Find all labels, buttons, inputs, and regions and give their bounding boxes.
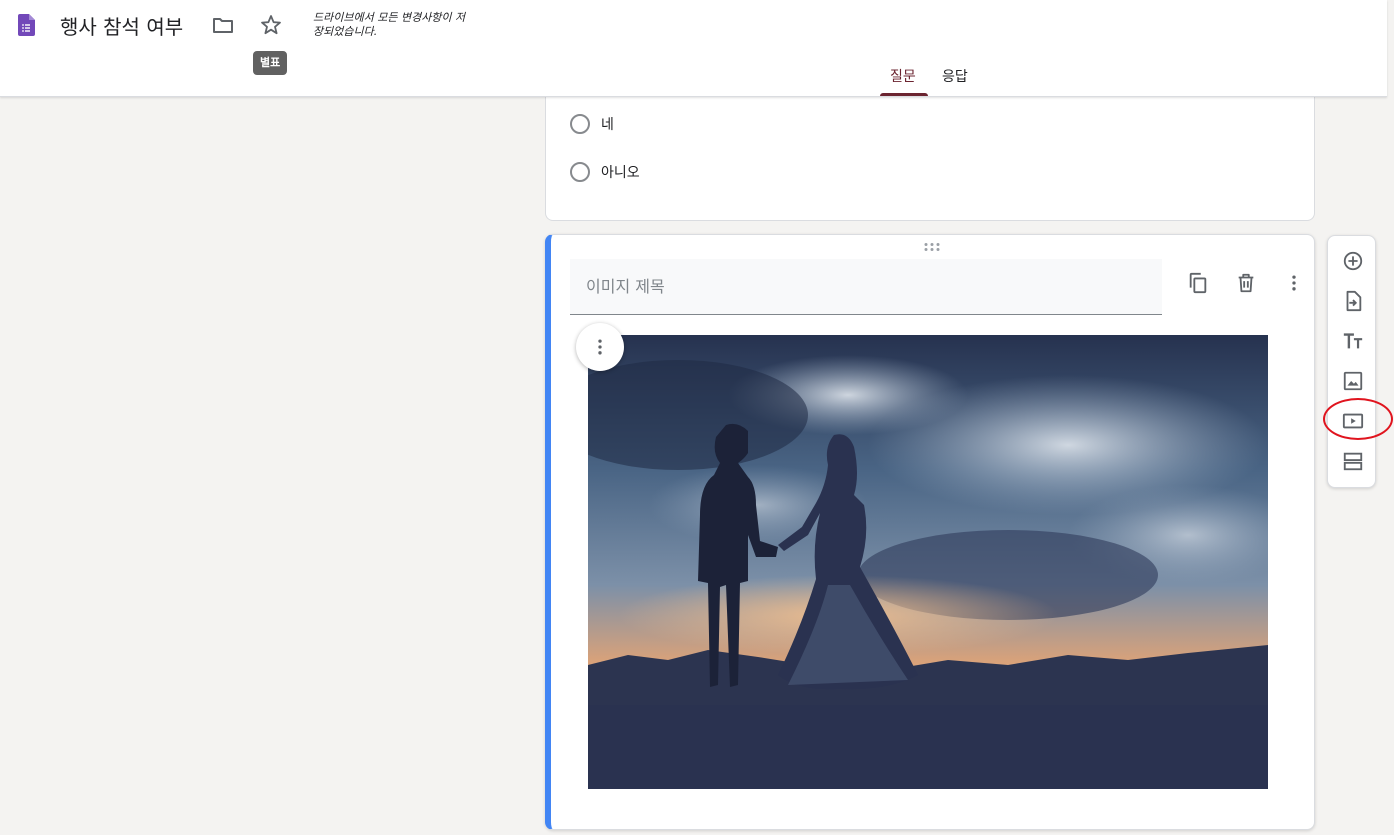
add-circle-icon [1343,251,1363,271]
title-tt-icon [1343,333,1363,349]
folder-icon[interactable] [209,11,237,39]
duplicate-icon[interactable] [1184,269,1212,297]
tab-questions[interactable]: 질문 [890,66,916,86]
video-icon [1342,413,1364,429]
image-item-card[interactable] [545,234,1315,830]
add-section-button[interactable] [1340,448,1366,474]
star-icon[interactable] [257,11,285,39]
document-title[interactable]: 행사 참석 여부 [60,11,183,40]
add-question-button[interactable] [1340,248,1366,274]
save-status: 드라이브에서 모든 변경사항이 저장되었습니다. [313,11,466,38]
drag-handle-icon[interactable] [923,242,941,252]
section-icon [1343,452,1363,471]
more-vert-icon [598,339,602,355]
forms-logo-icon[interactable] [18,14,35,36]
image-icon [1343,371,1363,391]
app-header: 행사 참석 여부 드라이브에서 모든 변경사항이 저장되었습니다. 별표 질문 … [0,0,1387,97]
option-yes[interactable]: 네 [570,114,614,134]
radio-button[interactable] [570,162,590,182]
tab-responses[interactable]: 응답 [942,66,968,86]
radio-button[interactable] [570,114,590,134]
import-icon [1346,290,1362,312]
add-title-button[interactable] [1340,328,1366,354]
add-image-button[interactable] [1340,368,1366,394]
import-questions-button[interactable] [1340,288,1366,314]
question-card: 네 아니오 [545,80,1315,221]
delete-icon[interactable] [1232,269,1260,297]
star-tooltip: 별표 [253,51,288,75]
option-label: 네 [601,117,614,133]
more-vert-icon[interactable] [1280,269,1308,297]
add-video-button[interactable] [1340,408,1366,434]
image-title-input[interactable] [570,259,1162,314]
active-tab-indicator [880,93,928,96]
option-label: 아니오 [601,165,640,181]
option-no[interactable]: 아니오 [570,162,640,182]
image-options-button[interactable] [576,323,624,371]
image-title-field[interactable] [570,259,1162,315]
couple-silhouette-image[interactable] [588,335,1268,789]
side-toolbar [1327,235,1376,488]
